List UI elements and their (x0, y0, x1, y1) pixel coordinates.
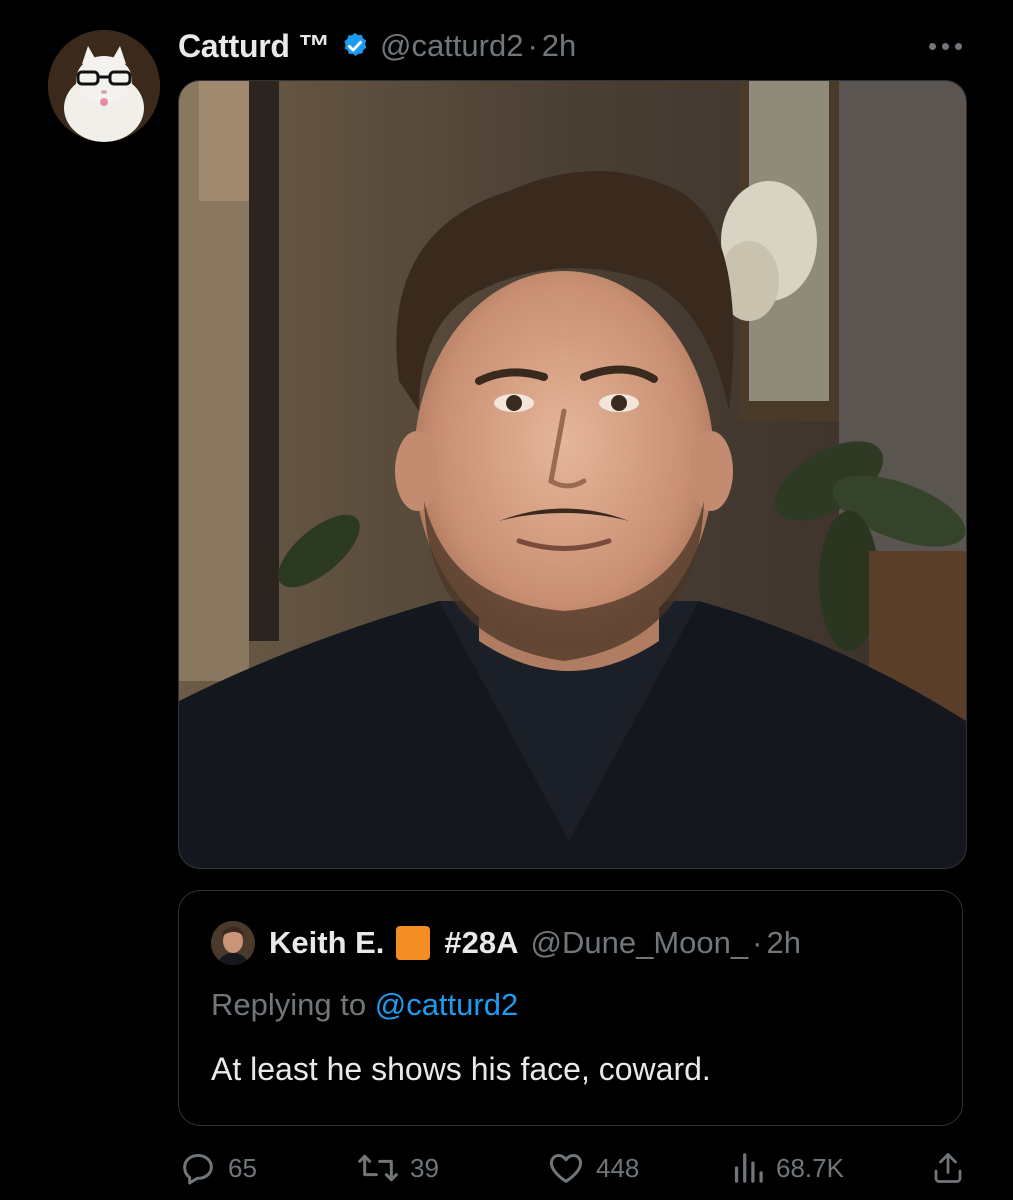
heart-icon (549, 1154, 583, 1183)
like-count: 448 (596, 1152, 640, 1183)
reply-count: 65 (228, 1152, 257, 1183)
like-button[interactable]: 448 (546, 1148, 639, 1188)
portrait-photo (179, 81, 966, 868)
quoted-tweet-text: At least he shows his face, coward. (211, 1051, 711, 1087)
share-icon (934, 1153, 962, 1183)
tweet-photo[interactable] (178, 80, 967, 869)
quoted-author-handle[interactable]: @Dune_Moon_ (531, 925, 749, 961)
share-button[interactable] (930, 1148, 966, 1188)
verified-badge-icon (340, 31, 370, 61)
views-button[interactable]: 68.7K (730, 1148, 844, 1188)
cat-avatar (48, 30, 160, 142)
author-name[interactable]: Catturd ™ (178, 28, 330, 65)
views-chart-icon (734, 1153, 763, 1183)
reply-icon (183, 1154, 213, 1185)
tweet-timestamp[interactable]: 2h (542, 28, 576, 64)
separator-dot: · (752, 925, 763, 960)
quoted-tweet-timestamp: 2h (766, 925, 801, 960)
quoted-author-name[interactable]: Keith E. (269, 925, 384, 961)
views-count: 68.7K (776, 1152, 844, 1183)
more-icon[interactable] (925, 36, 965, 56)
quoted-tweet-header: Keith E. #28A @Dune_Moon_ · 2h (211, 921, 801, 965)
replying-to-label: Replying to (211, 987, 367, 1022)
replying-to: Replying to @catturd2 (211, 987, 518, 1023)
reply-button[interactable]: 65 (178, 1148, 257, 1188)
author-avatar[interactable] (48, 30, 160, 142)
tweet-action-bar: 65 39 448 68.7K (0, 1148, 1013, 1192)
reply-mention-link[interactable]: @catturd2 (375, 987, 518, 1022)
separator-dot: · (527, 28, 538, 63)
orange-square-emoji (396, 926, 431, 960)
retweet-count: 39 (410, 1152, 439, 1183)
tweet-header: Catturd ™ @catturd2 · 2h (178, 24, 576, 68)
retweet-button[interactable]: 39 (356, 1148, 439, 1188)
quoted-author-avatar[interactable] (211, 921, 255, 965)
retweet-icon (358, 1154, 398, 1182)
quoted-tweet[interactable]: Keith E. #28A @Dune_Moon_ · 2h Replying … (178, 890, 963, 1126)
author-handle[interactable]: @catturd2 (380, 28, 523, 64)
quoted-author-tag: #28A (444, 925, 519, 960)
